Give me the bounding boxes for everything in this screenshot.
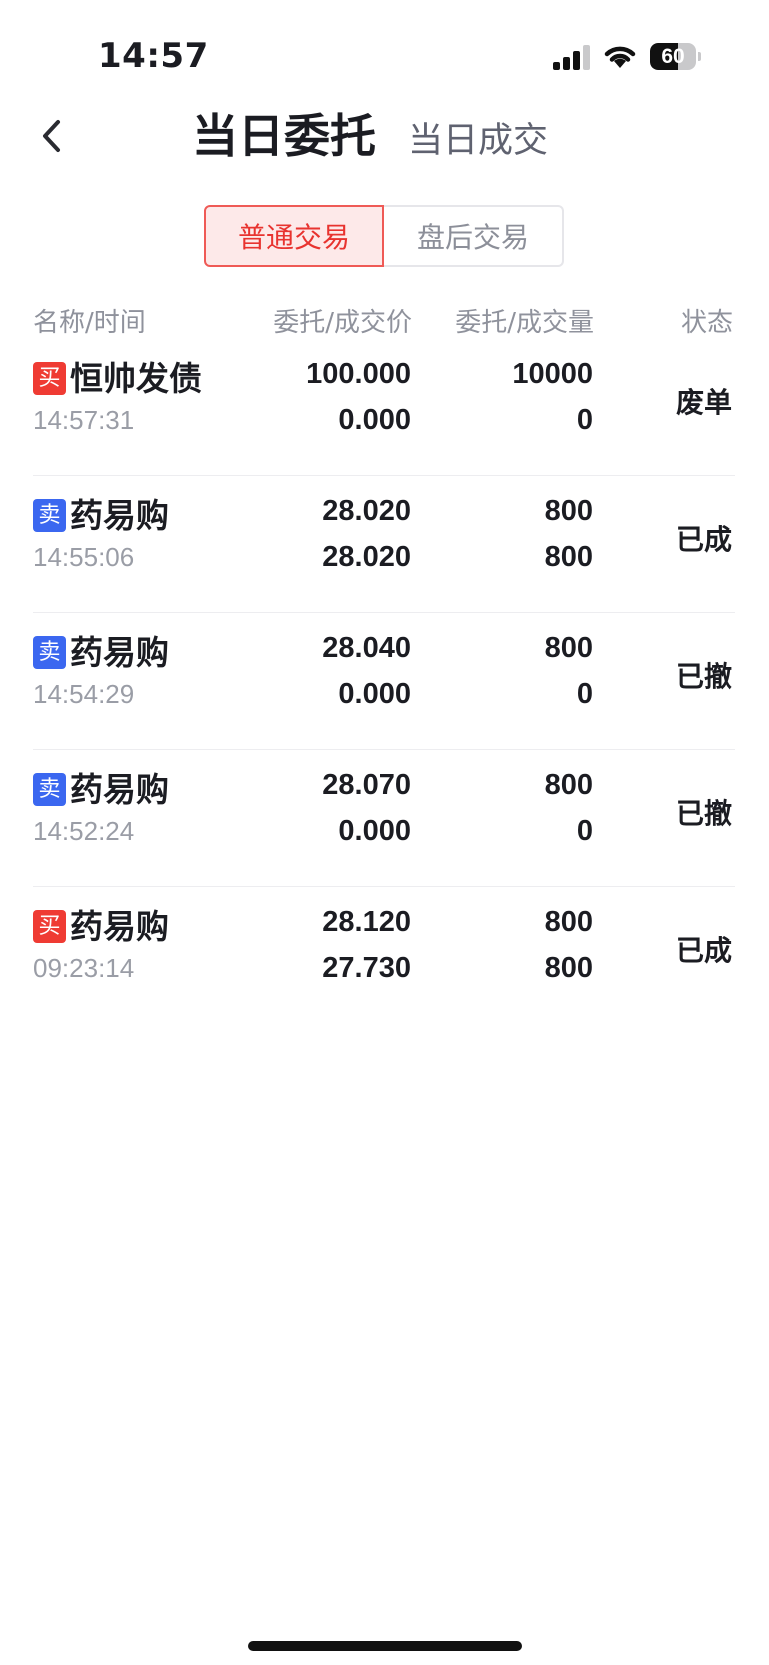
deal-price: 0.000 xyxy=(338,404,411,436)
side-badge: 卖 xyxy=(33,773,66,806)
side-badge: 卖 xyxy=(33,499,66,532)
deal-qty: 0 xyxy=(576,404,593,436)
home-indicator[interactable] xyxy=(248,1641,522,1651)
order-qty: 800 xyxy=(544,769,593,801)
stock-name: 药易购 xyxy=(70,770,169,809)
deal-price: 0.000 xyxy=(338,815,411,847)
order-qty: 800 xyxy=(544,632,593,664)
side-badge: 买 xyxy=(33,910,66,943)
order-time: 09:23:14 xyxy=(33,953,135,983)
order-price: 28.040 xyxy=(322,632,411,664)
column-header-name-time: 名称/时间 xyxy=(33,308,146,338)
tab-today-deals[interactable]: 当日成交 xyxy=(408,112,548,163)
order-time: 14:55:06 xyxy=(33,542,135,572)
cellular-signal-icon xyxy=(553,45,590,70)
deal-qty: 800 xyxy=(544,952,593,984)
order-row[interactable]: 卖 药易购 14:52:24 28.070 0.000 800 0 已撤 xyxy=(33,750,735,887)
deal-qty: 0 xyxy=(576,678,593,710)
clock: 14:57 xyxy=(98,36,209,76)
segment-normal-trading[interactable]: 普通交易 xyxy=(204,205,384,267)
order-status: 已撤 xyxy=(675,660,732,693)
order-price: 28.070 xyxy=(322,769,411,801)
deal-price: 27.730 xyxy=(322,952,411,984)
order-price: 100.000 xyxy=(306,358,411,390)
column-header-status: 状态 xyxy=(680,308,733,338)
order-qty: 800 xyxy=(544,495,593,527)
order-row[interactable]: 卖 药易购 14:55:06 28.020 28.020 800 800 已成 xyxy=(33,476,735,613)
battery-percent: 60 xyxy=(661,45,685,68)
order-qty: 800 xyxy=(544,906,593,938)
side-badge: 买 xyxy=(33,362,66,395)
column-header-qty: 委托/成交量 xyxy=(455,308,594,338)
side-badge: 卖 xyxy=(33,636,66,669)
deal-price: 0.000 xyxy=(338,678,411,710)
order-status: 已成 xyxy=(675,523,732,556)
status-bar: 14:57 60 xyxy=(0,0,769,80)
deal-qty: 800 xyxy=(544,541,593,573)
order-time: 14:54:29 xyxy=(33,679,135,709)
order-status: 已成 xyxy=(675,934,732,967)
order-qty: 10000 xyxy=(512,358,593,390)
order-price: 28.120 xyxy=(322,906,411,938)
order-time: 14:52:24 xyxy=(33,816,135,846)
stock-name: 药易购 xyxy=(70,907,169,946)
segment-after-hours-trading[interactable]: 盘后交易 xyxy=(384,205,564,267)
order-row[interactable]: 买 恒帅发债 14:57:31 100.000 0.000 10000 0 废单 xyxy=(33,339,735,476)
deal-price: 28.020 xyxy=(322,541,411,573)
order-price: 28.020 xyxy=(322,495,411,527)
deal-qty: 0 xyxy=(576,815,593,847)
order-status: 已撤 xyxy=(675,797,732,830)
order-time: 14:57:31 xyxy=(33,405,135,435)
stock-name: 恒帅发债 xyxy=(70,359,202,398)
wifi-icon xyxy=(604,46,636,68)
column-header-price: 委托/成交价 xyxy=(273,308,412,338)
back-chevron-icon[interactable] xyxy=(36,116,68,156)
order-row[interactable]: 卖 药易购 14:54:29 28.040 0.000 800 0 已撤 xyxy=(33,613,735,750)
order-status: 废单 xyxy=(675,386,732,419)
stock-name: 药易购 xyxy=(70,633,169,672)
stock-name: 药易购 xyxy=(70,496,169,535)
tab-today-orders[interactable]: 当日委托 xyxy=(192,100,376,166)
battery-icon: 60 xyxy=(650,43,701,70)
order-row[interactable]: 买 药易购 09:23:14 28.120 27.730 800 800 已成 xyxy=(33,887,735,1024)
